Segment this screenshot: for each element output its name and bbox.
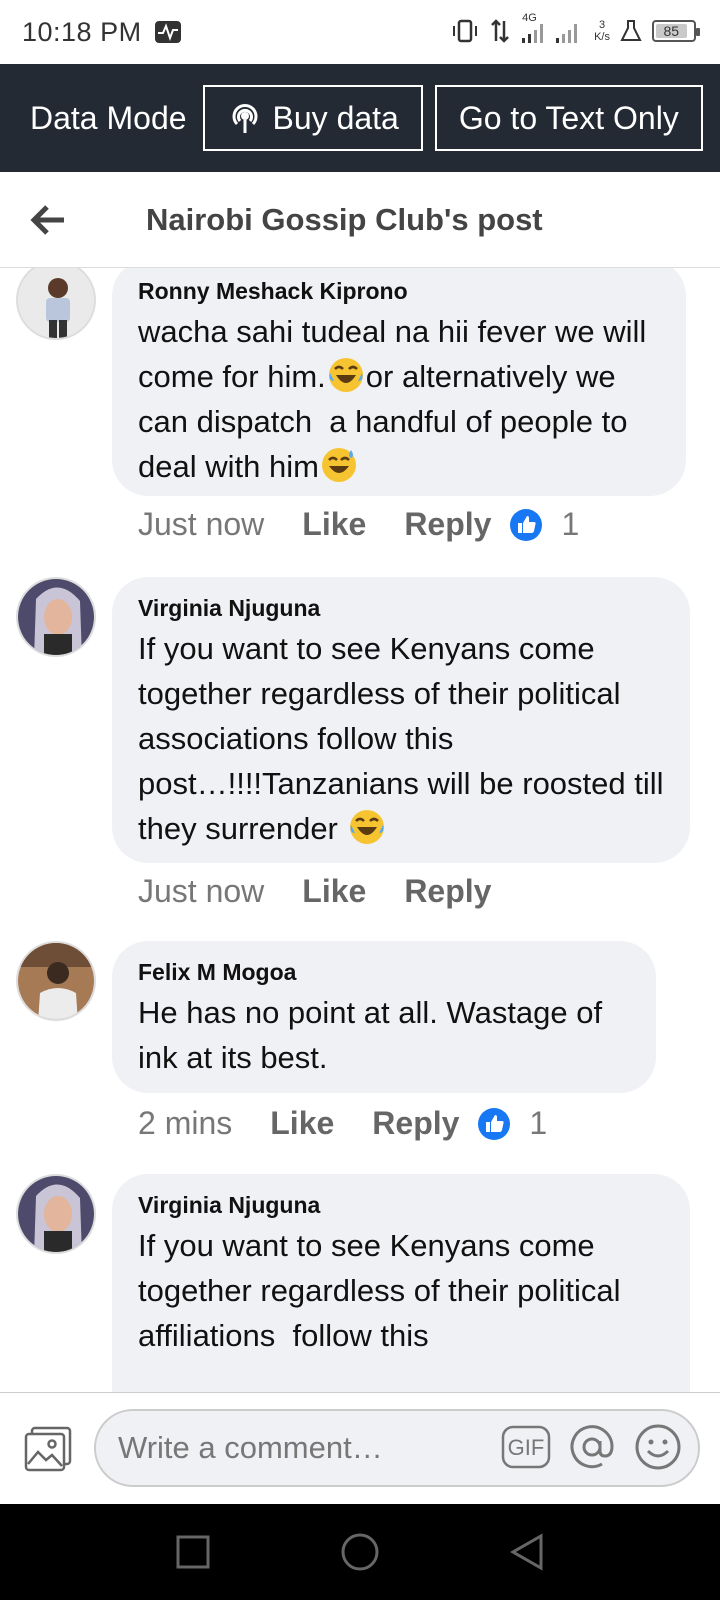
laughing-tears-emoji-icon xyxy=(349,810,384,844)
post-header: Nairobi Gossip Club's post xyxy=(0,172,720,268)
comment-bubble[interactable]: Felix M Mogoa He has no point at all. Wa… xyxy=(112,941,656,1093)
speed-unit: K/s xyxy=(594,31,610,43)
recents-button[interactable] xyxy=(163,1522,223,1582)
hotspot-icon xyxy=(232,104,258,133)
avatar[interactable] xyxy=(16,268,96,340)
back-arrow-icon xyxy=(30,204,64,235)
battery-icon: 85 xyxy=(652,20,700,42)
network-speed: 3 K/s xyxy=(594,19,610,43)
comment-text: If you want to see Kenyans come together… xyxy=(138,626,664,851)
comment-bubble[interactable]: Virginia Njuguna If you want to see Keny… xyxy=(112,577,690,863)
comment-author[interactable]: Ronny Meshack Kiprono xyxy=(138,278,660,305)
comment-time: 2 mins xyxy=(138,1105,233,1141)
battery-fill: 85 xyxy=(656,23,687,39)
status-time: 10:18 PM xyxy=(22,16,142,47)
comment-author[interactable]: Felix M Mogoa xyxy=(138,959,630,986)
gif-icon: GIF xyxy=(501,1425,551,1469)
network-type: 4G xyxy=(522,12,537,24)
reply-button[interactable]: Reply xyxy=(404,873,491,910)
circle-icon xyxy=(341,1533,379,1571)
comment-time: Just now xyxy=(138,873,265,909)
comment-actions: Just now Like Reply xyxy=(138,873,509,910)
like-button[interactable]: Like xyxy=(302,506,366,543)
page-title: Nairobi Gossip Club's post xyxy=(146,201,543,237)
like-reaction-icon xyxy=(478,1107,511,1140)
sweat-smile-emoji-icon xyxy=(321,448,356,482)
gif-button[interactable]: GIF xyxy=(500,1421,552,1473)
comment-composer: Write a comment… GIF xyxy=(0,1392,720,1504)
add-photo-button[interactable] xyxy=(0,1401,96,1497)
at-sign-icon xyxy=(570,1425,614,1469)
avatar[interactable] xyxy=(16,577,96,657)
laughing-tears-emoji-icon xyxy=(328,358,363,392)
avatar[interactable] xyxy=(16,941,96,1021)
signal-4g-icon: 4G xyxy=(520,12,584,46)
flask-icon xyxy=(620,20,642,41)
comment-text-part: If you want to see Kenyans come together… xyxy=(138,631,673,846)
data-mode-label: Data Mode xyxy=(30,99,187,136)
vibrate-icon xyxy=(453,19,478,43)
text-only-button[interactable]: Go to Text Only xyxy=(434,85,703,151)
comment-bubble[interactable]: Virginia Njuguna If you want to see Keny… xyxy=(112,1174,690,1392)
reply-button[interactable]: Reply xyxy=(372,1105,459,1142)
buy-data-label: Buy data xyxy=(272,99,399,136)
gif-label: GIF xyxy=(508,1435,545,1460)
comment-placeholder: Write a comment… xyxy=(118,1430,383,1465)
battery-percent: 85 xyxy=(663,23,680,39)
buy-data-button[interactable]: Buy data xyxy=(202,85,423,151)
like-reaction-icon xyxy=(510,508,543,541)
comment-actions: 2 mins Like Reply 1 xyxy=(138,1105,547,1142)
comment-text: wacha sahi tudeal na hii fever we will c… xyxy=(138,309,660,489)
avatar[interactable] xyxy=(16,1174,96,1254)
system-nav-bar xyxy=(0,1504,720,1600)
back-button[interactable] xyxy=(0,172,96,268)
text-only-label: Go to Text Only xyxy=(458,99,679,136)
status-icons: 4G 3 K/s 85 xyxy=(450,12,700,46)
reply-button[interactable]: Reply xyxy=(404,506,491,543)
comment-bubble[interactable]: Ronny Meshack Kiprono wacha sahi tudeal … xyxy=(112,268,686,496)
activity-icon xyxy=(154,21,181,43)
comment-list: Ronny Meshack Kiprono wacha sahi tudeal … xyxy=(0,268,720,1392)
home-button[interactable] xyxy=(330,1522,390,1582)
like-button[interactable]: Like xyxy=(302,873,366,910)
reaction-count: 1 xyxy=(529,1105,548,1141)
status-bar: 10:18 PM 4G 3 K/s 85 xyxy=(0,0,720,64)
comment-time: Just now xyxy=(138,506,265,542)
composer-actions: GIF xyxy=(500,1421,684,1473)
reaction-summary[interactable]: 1 xyxy=(509,506,579,543)
comment-text: If you want to see Kenyans come together… xyxy=(138,1228,630,1353)
like-button[interactable]: Like xyxy=(270,1105,334,1142)
comment-input[interactable]: Write a comment… GIF xyxy=(94,1409,700,1487)
speed-value: 3 xyxy=(598,19,606,31)
reaction-count: 1 xyxy=(561,506,580,542)
data-transfer-icon xyxy=(491,19,509,43)
square-icon xyxy=(176,1535,210,1569)
reaction-summary[interactable]: 1 xyxy=(477,1105,547,1142)
back-nav-button[interactable] xyxy=(497,1522,557,1582)
emoji-button[interactable] xyxy=(632,1421,684,1473)
comment-author[interactable]: Virginia Njuguna xyxy=(138,1192,664,1219)
mention-button[interactable] xyxy=(566,1421,618,1473)
comment-text: He has no point at all. Wastage of ink a… xyxy=(138,995,611,1075)
data-mode-banner: Data Mode Buy data Go to Text Only xyxy=(0,64,720,172)
photo-icon xyxy=(24,1426,72,1471)
comment-actions: Just now Like Reply 1 xyxy=(138,506,579,543)
triangle-back-icon xyxy=(509,1533,543,1571)
comment-author[interactable]: Virginia Njuguna xyxy=(138,595,664,622)
smiley-icon xyxy=(635,1424,681,1470)
